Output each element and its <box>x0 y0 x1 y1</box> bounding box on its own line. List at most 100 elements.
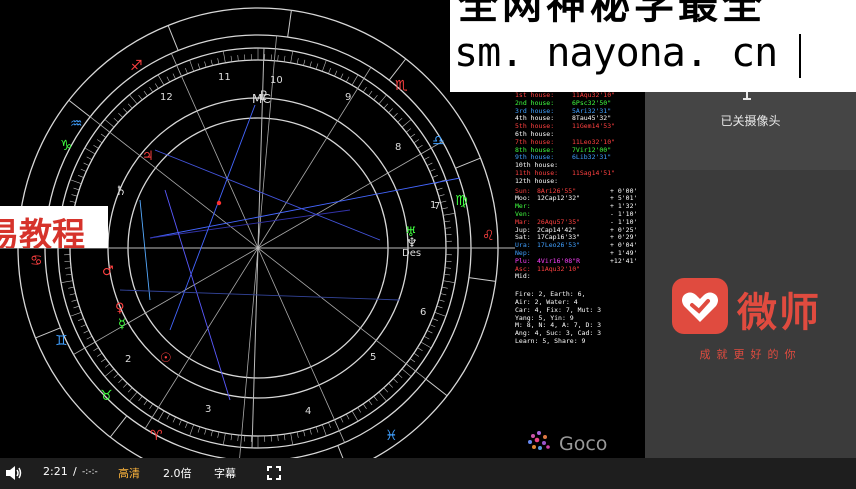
degree-tick <box>383 387 389 393</box>
speed-button[interactable]: 2.0倍 <box>163 465 192 481</box>
degree-tick <box>315 426 319 433</box>
degree-tick <box>401 119 412 128</box>
quality-button[interactable]: 高清 <box>118 465 140 481</box>
degree-tick <box>444 227 451 229</box>
house-number: 7 <box>434 201 440 212</box>
degree-tick <box>438 194 445 197</box>
degree-tick <box>334 70 338 77</box>
degree-tick <box>172 416 176 423</box>
zodiac-sign-icon: ♒ <box>70 116 83 132</box>
text-caret <box>799 34 801 78</box>
sign-divider <box>109 415 128 438</box>
zodiac-sign-icon: ♐ <box>130 58 143 74</box>
degree-tick <box>405 128 412 133</box>
goco-dots-icon <box>528 431 550 450</box>
degree-tick <box>351 74 359 86</box>
aspect-line <box>169 104 256 331</box>
degree-tick <box>296 58 299 65</box>
degree-tick <box>166 413 171 420</box>
total-time: -:-:- <box>82 467 98 477</box>
zodiac-sign-icon: ♓ <box>385 428 398 444</box>
speaker-icon[interactable] <box>5 465 23 481</box>
house-cusp <box>170 53 259 249</box>
aspect-line <box>149 209 351 239</box>
degree-tick <box>100 133 107 138</box>
degree-tick <box>69 312 82 317</box>
fullscreen-icon[interactable] <box>267 466 281 480</box>
house-number: 4 <box>305 406 311 417</box>
degree-tick <box>322 424 327 437</box>
degree-tick <box>429 324 436 328</box>
planet-position: 12Cap12'32" <box>537 194 581 203</box>
degree-tick <box>378 391 387 402</box>
degree-tick <box>420 341 432 349</box>
degree-tick <box>129 391 138 402</box>
planet-glyph-icon: ♂ <box>102 264 114 279</box>
planet-label: Asc: <box>515 264 531 273</box>
planet-glyph-icon: ☉ <box>160 351 172 366</box>
camera-status-box[interactable]: 已关摄像头 <box>645 92 856 170</box>
degree-tick <box>118 378 123 383</box>
house-number: 9 <box>345 92 351 103</box>
degree-tick <box>96 139 103 144</box>
degree-tick <box>388 383 393 388</box>
degree-tick <box>118 113 123 118</box>
sign-divider <box>468 277 496 282</box>
degree-tick <box>426 162 433 166</box>
current-time: 2:21 <box>43 465 68 478</box>
planet-label: Mer: <box>515 202 531 211</box>
degree-tick <box>210 430 213 437</box>
degree-tick <box>378 94 387 105</box>
degree-tick <box>78 318 84 321</box>
camera-status-text: 已关摄像头 <box>720 114 781 128</box>
sign-divider <box>388 58 407 81</box>
degree-tick <box>178 419 182 426</box>
degree-tick <box>73 187 80 191</box>
house-cusp <box>257 247 346 443</box>
time-separator: / <box>73 465 77 478</box>
degree-tick <box>296 431 299 438</box>
planet-glyph-icon: ♇ <box>258 89 270 104</box>
degree-tick <box>290 433 294 446</box>
planet-label: Nep: <box>515 248 531 257</box>
house-cusp <box>257 247 427 380</box>
planet-label: Mid: <box>515 272 531 281</box>
degree-tick <box>157 410 165 422</box>
degree-tick <box>443 212 456 216</box>
degree-tick <box>303 430 306 437</box>
house-value: 6Lib32'31" <box>572 153 612 162</box>
degree-tick <box>123 108 128 113</box>
degree-tick <box>154 83 159 89</box>
degree-tick <box>104 368 115 377</box>
brand-area: 微师 成就更好的你 <box>645 170 856 458</box>
house-label: 2nd house: <box>515 98 555 107</box>
degree-tick <box>440 200 447 203</box>
heart-check-icon <box>672 278 728 334</box>
degree-tick <box>444 220 451 223</box>
degree-tick <box>362 86 367 93</box>
aspect-line <box>139 199 151 301</box>
house-label: 4th house: <box>515 114 555 123</box>
degree-tick <box>429 168 436 172</box>
degree-tick <box>113 117 119 123</box>
degree-tick <box>440 293 447 296</box>
house-number: 6 <box>420 307 426 318</box>
house-number: 3 <box>205 404 211 415</box>
degree-tick <box>283 434 286 441</box>
degree-tick <box>315 63 319 70</box>
degree-tick <box>127 387 133 393</box>
planets-list: Sun: 8Ari26'55" + 0'00' Moo: 12Cap12'32" + 5'… <box>515 187 645 282</box>
degree-tick <box>172 73 176 80</box>
goco-wordmark: Goco <box>559 433 607 455</box>
degree-tick <box>197 63 201 70</box>
planet-glyph-icon: ☿ <box>118 317 126 332</box>
degree-tick <box>86 335 93 340</box>
planet-glyph-icon: ♆ <box>406 236 418 251</box>
banner-text: 易教程 <box>0 215 85 248</box>
degree-tick <box>237 55 239 62</box>
degree-tick <box>123 383 128 388</box>
degree-tick <box>157 74 165 86</box>
degree-tick <box>444 273 451 276</box>
house-cusp <box>89 116 259 249</box>
subtitles-button[interactable]: 字幕 <box>214 465 236 481</box>
